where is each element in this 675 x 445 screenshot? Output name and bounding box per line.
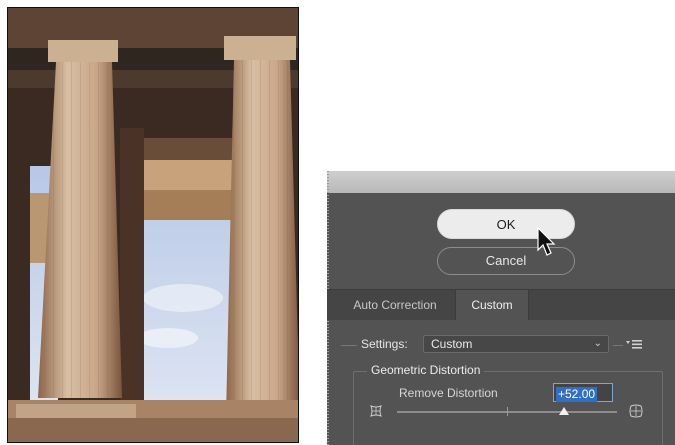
geometric-distortion-group xyxy=(353,371,663,445)
divider xyxy=(341,345,357,346)
temple-columns-photo xyxy=(7,7,299,443)
photo-graphic xyxy=(8,8,298,442)
chevron-down-icon: ⌄ xyxy=(593,338,602,349)
settings-value: Custom xyxy=(431,337,473,351)
remove-distortion-input[interactable]: +52.00 xyxy=(553,383,613,402)
tab-auto-correction[interactable]: Auto Correction xyxy=(335,290,455,320)
remove-distortion-value: +52.00 xyxy=(556,387,598,402)
slider-center-tick xyxy=(507,407,508,416)
panel-top-strip xyxy=(327,171,675,193)
tab-bar: Auto Correction Custom xyxy=(327,289,675,320)
group-title: Geometric Distortion xyxy=(367,363,485,377)
remove-distortion-label: Remove Distortion xyxy=(399,386,498,400)
mouse-pointer-icon xyxy=(537,227,556,256)
panel-menu-icon[interactable] xyxy=(625,338,643,350)
pincushion-distortion-icon xyxy=(370,405,382,417)
settings-label: Settings: xyxy=(361,337,408,351)
slider-thumb[interactable] xyxy=(559,407,570,415)
settings-dropdown[interactable]: Custom ⌄ xyxy=(423,335,609,353)
tab-custom[interactable]: Custom xyxy=(455,290,529,320)
lens-correction-panel: OK Cancel Auto Correction Custom Setting… xyxy=(327,171,675,445)
barrel-distortion-icon xyxy=(629,404,643,418)
divider xyxy=(613,345,623,346)
